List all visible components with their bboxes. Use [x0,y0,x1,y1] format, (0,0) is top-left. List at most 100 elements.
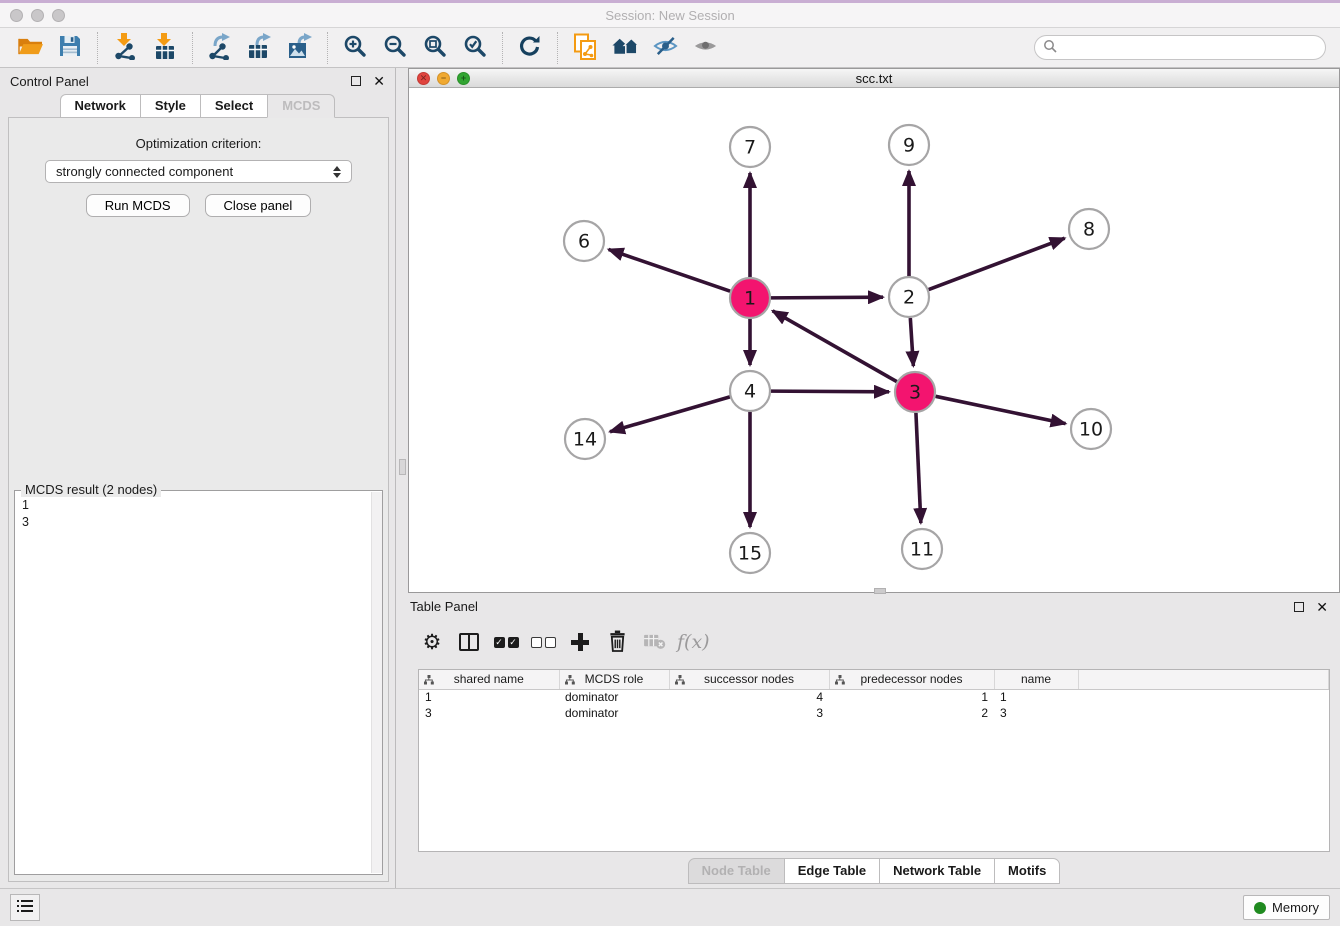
network-canvas[interactable]: 7 9 6 8 1 2 4 3 14 10 15 11 [409,88,1339,592]
float-panel-icon[interactable] [351,76,361,86]
column-header-shared-name[interactable]: shared name [419,670,559,689]
graph-node[interactable]: 10 [1071,409,1111,449]
table-cell[interactable]: 1 [829,689,994,705]
column-header-empty [1078,670,1329,689]
open-session-button[interactable] [10,30,50,66]
tab-network-table[interactable]: Network Table [879,858,995,884]
graph-edge[interactable] [910,318,913,366]
search-box[interactable] [1034,35,1326,60]
main-toolbar [0,28,1340,68]
column-header-name[interactable]: name [994,670,1078,689]
criterion-dropdown[interactable]: strongly connected component [45,160,352,183]
graph-node[interactable]: 1 [730,278,770,318]
graph-node[interactable]: 4 [730,371,770,411]
tab-style[interactable]: Style [140,94,201,118]
graph-node[interactable]: 11 [902,529,942,569]
run-mcds-button[interactable]: Run MCDS [86,194,190,217]
svg-text:3: 3 [909,382,921,404]
toolbar-separator [502,32,503,64]
table-cell[interactable]: 2 [829,705,994,721]
clone-network-icon [573,33,597,63]
deselect-all-button[interactable] [529,625,557,659]
hierarchy-icon [565,674,575,688]
table-settings-button[interactable]: ⚙ [418,625,446,659]
table-cell[interactable]: 1 [994,689,1078,705]
graph-node[interactable]: 2 [889,277,929,317]
result-scrollbar[interactable] [371,492,382,873]
memory-button[interactable]: Memory [1243,895,1330,920]
export-network-button[interactable] [200,30,240,66]
graph-node[interactable]: 6 [564,221,604,261]
mcds-result-text[interactable]: 1 3 [15,493,370,874]
table-cell[interactable]: 1 [419,689,559,705]
show-all-networks-button[interactable] [605,30,645,66]
graph-edge[interactable] [771,391,889,392]
show-columns-button[interactable] [455,625,483,659]
svg-text:10: 10 [1079,419,1103,441]
graph-edge[interactable] [916,413,921,523]
export-image-button[interactable] [280,30,320,66]
table-cell[interactable]: 3 [994,705,1078,721]
graph-edge[interactable] [609,249,731,291]
save-icon [58,34,82,61]
close-table-panel-icon[interactable]: ✕ [1316,602,1328,612]
column-header-predecessor-nodes[interactable]: predecessor nodes [829,670,994,689]
zoom-out-button[interactable] [375,30,415,66]
graph-edge[interactable] [929,238,1065,289]
add-column-button[interactable] [566,625,594,659]
graph-edge[interactable] [936,396,1066,423]
memory-label: Memory [1272,900,1319,915]
column-header-mcds-role[interactable]: MCDS role [559,670,669,689]
graph-node[interactable]: 14 [565,419,605,459]
float-table-panel-icon[interactable] [1294,602,1304,612]
tab-select[interactable]: Select [200,94,268,118]
table-cell[interactable]: dominator [559,689,669,705]
delete-column-button[interactable] [603,625,631,659]
tab-mcds[interactable]: MCDS [267,94,335,118]
import-network-button[interactable] [105,30,145,66]
graph-edge[interactable] [773,311,897,382]
panel-splitter-grip[interactable] [399,459,406,475]
save-session-button[interactable] [50,30,90,66]
function-builder-button: f(x) [677,625,710,659]
graph-node[interactable]: 15 [730,533,770,573]
zoom-in-button[interactable] [335,30,375,66]
zoom-out-icon [383,34,407,61]
graph-node[interactable]: 9 [889,125,929,165]
table-cell[interactable]: 3 [669,705,829,721]
memory-status-icon [1254,902,1266,914]
import-table-button[interactable] [145,30,185,66]
show-panel-button[interactable] [685,30,725,66]
table-cell[interactable]: 4 [669,689,829,705]
close-panel-icon[interactable]: ✕ [373,76,385,86]
refresh-button[interactable] [510,30,550,66]
table-row[interactable]: 3dominator323 [419,705,1329,721]
graph-edge[interactable] [771,297,883,298]
clone-network-button[interactable] [565,30,605,66]
hide-panel-button[interactable] [645,30,685,66]
close-panel-button[interactable]: Close panel [205,194,312,217]
tab-edge-table[interactable]: Edge Table [784,858,880,884]
zoom-fit-button[interactable] [415,30,455,66]
graph-node[interactable]: 3 [895,372,935,412]
graph-edge[interactable] [610,397,730,432]
table-cell[interactable]: dominator [559,705,669,721]
table-row[interactable]: 1dominator411 [419,689,1329,705]
network-window-titlebar[interactable]: ✕ − + scc.txt [409,69,1339,88]
toolbar-separator [327,32,328,64]
delete-table-button [640,625,668,659]
graph-node[interactable]: 7 [730,127,770,167]
zoom-selected-button[interactable] [455,30,495,66]
svg-text:4: 4 [744,381,756,403]
table-cell[interactable]: 3 [419,705,559,721]
select-all-button[interactable]: ✓✓ [492,625,520,659]
search-input[interactable] [1062,40,1317,55]
table-panel-title: Table Panel [410,599,478,614]
tab-motifs[interactable]: Motifs [994,858,1060,884]
column-header-successor-nodes[interactable]: successor nodes [669,670,829,689]
task-history-button[interactable] [10,894,40,921]
export-table-button[interactable] [240,30,280,66]
tab-network[interactable]: Network [60,94,141,118]
graph-node[interactable]: 8 [1069,209,1109,249]
tab-node-table[interactable]: Node Table [688,858,785,884]
